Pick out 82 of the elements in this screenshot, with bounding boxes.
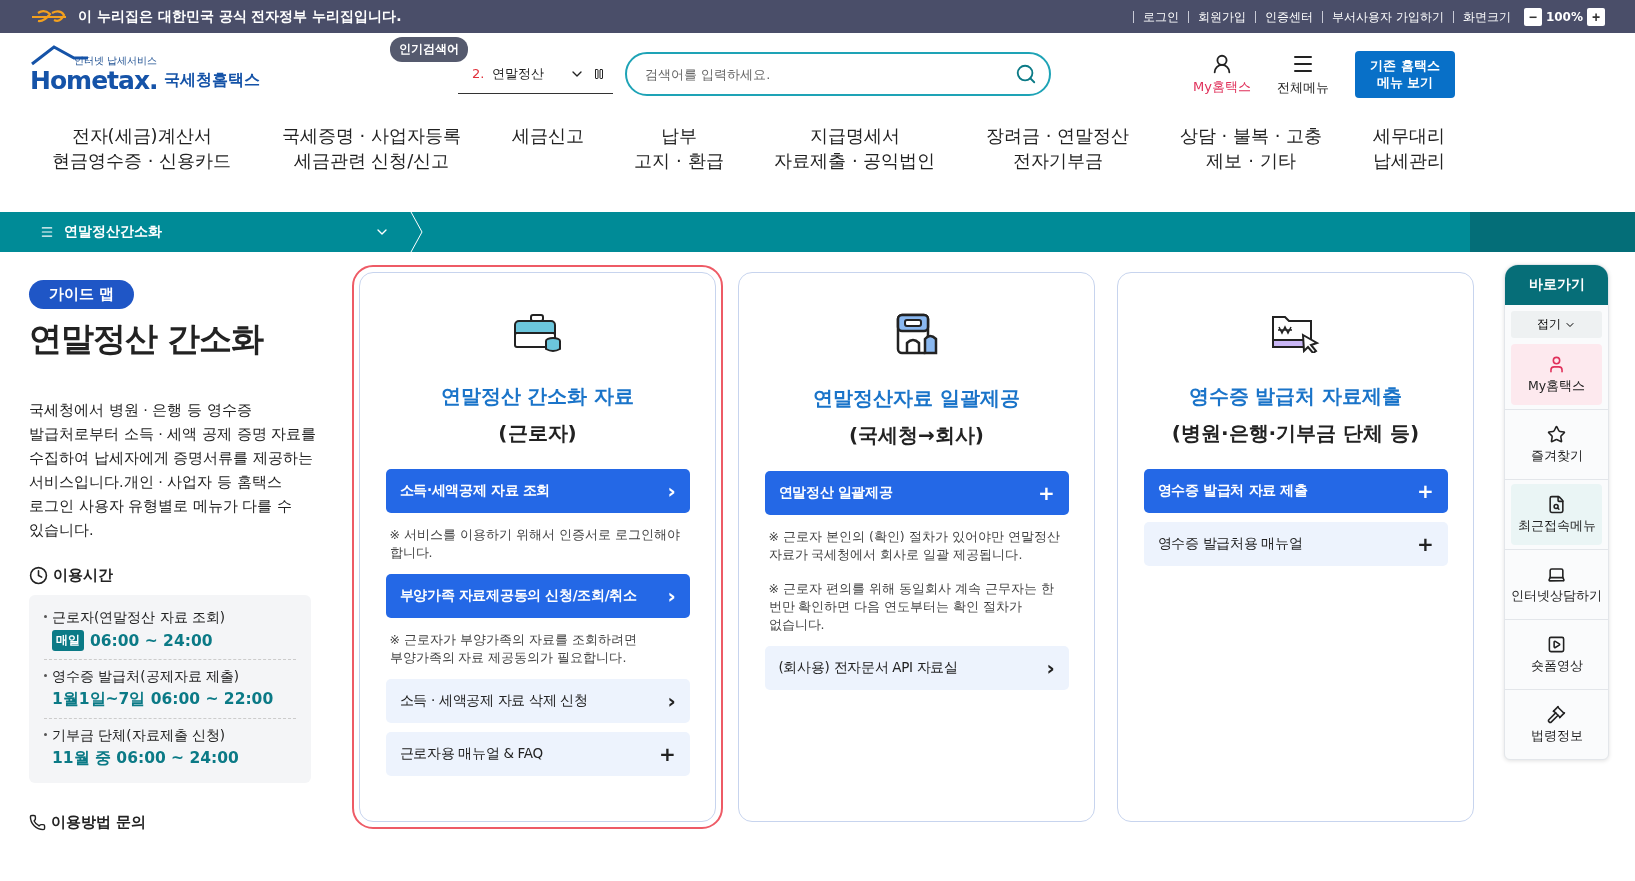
pause-icon <box>593 67 605 80</box>
folder-cursor-icon <box>1270 313 1321 353</box>
card-action-button[interactable]: 연말정산 일괄제공 + <box>764 471 1069 515</box>
nav-item[interactable]: 지급명세서 자료제출 · 공익법인 <box>774 123 936 173</box>
nav-item[interactable]: 전자(세금)계산서 현금영수증 · 신용카드 <box>52 123 232 173</box>
zoom-value: 100% <box>1545 9 1583 24</box>
hours-time: 06:00 ~ 24:00 <box>90 631 213 650</box>
card-action-button[interactable]: 소득·세액공제 자료 조회 › <box>385 469 690 513</box>
guide-map-badge: 가이드 맵 <box>29 280 135 309</box>
quick-menu-item[interactable]: My홈택스 <box>1511 344 1602 405</box>
card-action-button[interactable]: 영수증 발급처 자료 제출 + <box>1143 469 1448 513</box>
menu-icon <box>40 225 54 239</box>
my-hometax-link[interactable]: My홈택스 <box>1193 52 1251 96</box>
popular-keyword-dropdown[interactable]: 2. 연말정산 <box>458 54 613 94</box>
user-icon <box>1547 354 1566 374</box>
page-title: 연말정산 간소화 <box>29 318 265 360</box>
separator-chevron-icon <box>410 212 424 252</box>
card-action-button[interactable]: (회사용) 전자문서 API 자료실 › <box>764 646 1069 690</box>
hours-label: 근로자(연말정산 자료 조회) <box>52 609 226 625</box>
bullet-icon <box>44 733 47 736</box>
section-heading: 이용시간 <box>53 566 113 585</box>
government-notice: 이 누리집은 대한민국 공식 전자정부 누리집입니다. <box>78 7 402 26</box>
logo-icon <box>30 9 68 24</box>
search-field[interactable]: 검색어를 입력하세요. <box>625 52 1051 96</box>
card-subtitle: (병원·은행·기부금 단체 등) <box>1171 420 1420 447</box>
hours-time: 11월 중 06:00 ~ 24:00 <box>52 748 239 769</box>
nav-item[interactable]: 장려금 · 연말정산 전자기부금 <box>986 123 1130 173</box>
zoom-label: 화면크기 <box>1452 10 1520 23</box>
daily-tag: 매일 <box>52 630 84 651</box>
fold-button[interactable]: 접기 <box>1511 311 1602 338</box>
bullet-icon <box>44 615 47 618</box>
building-icon <box>894 313 939 355</box>
service-description: 국세청에서 병원 · 은행 등 영수증 발급처로부터 소득 · 세액 공제 증명 자료를 수집하여 납세자에게 증명서류를 제공하는 서비스입니다.개인 · 사업자 등 홈택스 로그인 사용자 유형별로 메뉴가 다를 수 있습니다. <box>29 401 318 540</box>
card-note: ※ 근로자 편의를 위해 동일회사 계속 근무자는 한 번만 확인하면 다음 연도부터는 확인 절차가 없습니다. <box>767 580 1055 634</box>
card-subtitle: (근로자) <box>498 420 577 447</box>
hours-label: 기부금 단체(자료제출 신청) <box>52 727 226 743</box>
bullet-icon <box>44 674 47 677</box>
search-icon[interactable] <box>1015 63 1037 85</box>
logo-wordmark[interactable]: Hometax. <box>30 68 158 94</box>
card-note: ※ 근로자 본인의 (확인) 절차가 있어야만 연말정산 자료가 국세청에서 회사로 일괄 제공됩니다. <box>767 528 1061 564</box>
zoom-in-button[interactable]: + <box>1587 7 1605 26</box>
card-action-button[interactable]: 소득 · 세액공제 자료 삭제 신청 › <box>385 679 690 723</box>
quick-menu-item[interactable]: 최근접속메뉴 <box>1511 484 1602 545</box>
quick-menu-item[interactable]: 법령정보 <box>1511 694 1602 755</box>
card-title: 연말정산 간소화 자료 <box>440 383 635 410</box>
quick-menu-item[interactable]: 즐겨찾기 <box>1511 414 1602 475</box>
top-link[interactable]: 부서사용자 가입하기 <box>1322 10 1453 23</box>
document-search-icon <box>1547 494 1566 514</box>
nav-item[interactable]: 세무대리 납세관리 <box>1372 123 1445 173</box>
quick-menu-item[interactable]: 숏폼영상 <box>1511 624 1602 685</box>
top-link[interactable]: 로그인 <box>1133 10 1189 23</box>
top-link[interactable]: 인증센터 <box>1255 10 1323 23</box>
card-note: ※ 서비스를 이용하기 위해서 인증서로 로그인해야 합니다. <box>388 526 681 562</box>
section-heading: 이용방법 문의 <box>51 813 147 832</box>
gavel-icon <box>1547 704 1566 724</box>
card-title: 연말정산자료 일괄제공 <box>813 385 1020 412</box>
zoom-out-button[interactable]: − <box>1523 7 1542 26</box>
nav-item[interactable]: 납부 고지 · 환급 <box>634 123 724 173</box>
classic-menu-button[interactable]: 기존 홈택스 메뉴 보기 <box>1355 50 1455 98</box>
clock-icon <box>29 566 48 585</box>
hours-label: 영수증 발급처(공제자료 제출) <box>52 668 240 684</box>
quick-menu-title: 바로가기 <box>1505 265 1608 305</box>
star-icon <box>1547 424 1566 444</box>
breadcrumb-dropdown[interactable]: 연말정산간소화 <box>0 212 410 252</box>
nav-item[interactable]: 상담 · 불복 · 고충 제보 · 기타 <box>1179 123 1323 173</box>
logo-name[interactable]: 국세청홈택스 <box>163 70 260 91</box>
hours-time: 1월1일~7일 06:00 ~ 22:00 <box>52 689 274 710</box>
card-action-button[interactable]: 부양가족 자료제공동의 신청/조회/취소 › <box>385 574 690 618</box>
all-menu-link[interactable]: 전체메뉴 <box>1277 51 1329 97</box>
popular-search-badge: 인기검색어 <box>390 37 468 62</box>
card-subtitle: (국세청→회사) <box>848 422 984 449</box>
top-link[interactable]: 회원가입 <box>1188 10 1256 23</box>
card-action-button[interactable]: 근로자용 매뉴얼 & FAQ + <box>385 732 690 776</box>
card-title: 영수증 발급처 자료제출 <box>1188 383 1403 410</box>
quick-menu-item[interactable]: 인터넷상담하기 <box>1511 554 1602 615</box>
toolbox-coins-icon <box>512 313 563 353</box>
nav-item[interactable]: 국세증명 · 사업자등록 세금관련 신청/신고 <box>281 123 461 173</box>
play-icon <box>1547 634 1566 654</box>
card-action-button[interactable]: 영수증 발급처용 매뉴얼 + <box>1143 522 1448 566</box>
nav-item[interactable]: 세금신고 <box>511 123 584 148</box>
phone-icon <box>29 814 46 831</box>
card-note: ※ 근로자가 부양가족의 자료를 조회하려면 부양가족의 자료 제공동의가 필요합니다. <box>388 631 638 667</box>
